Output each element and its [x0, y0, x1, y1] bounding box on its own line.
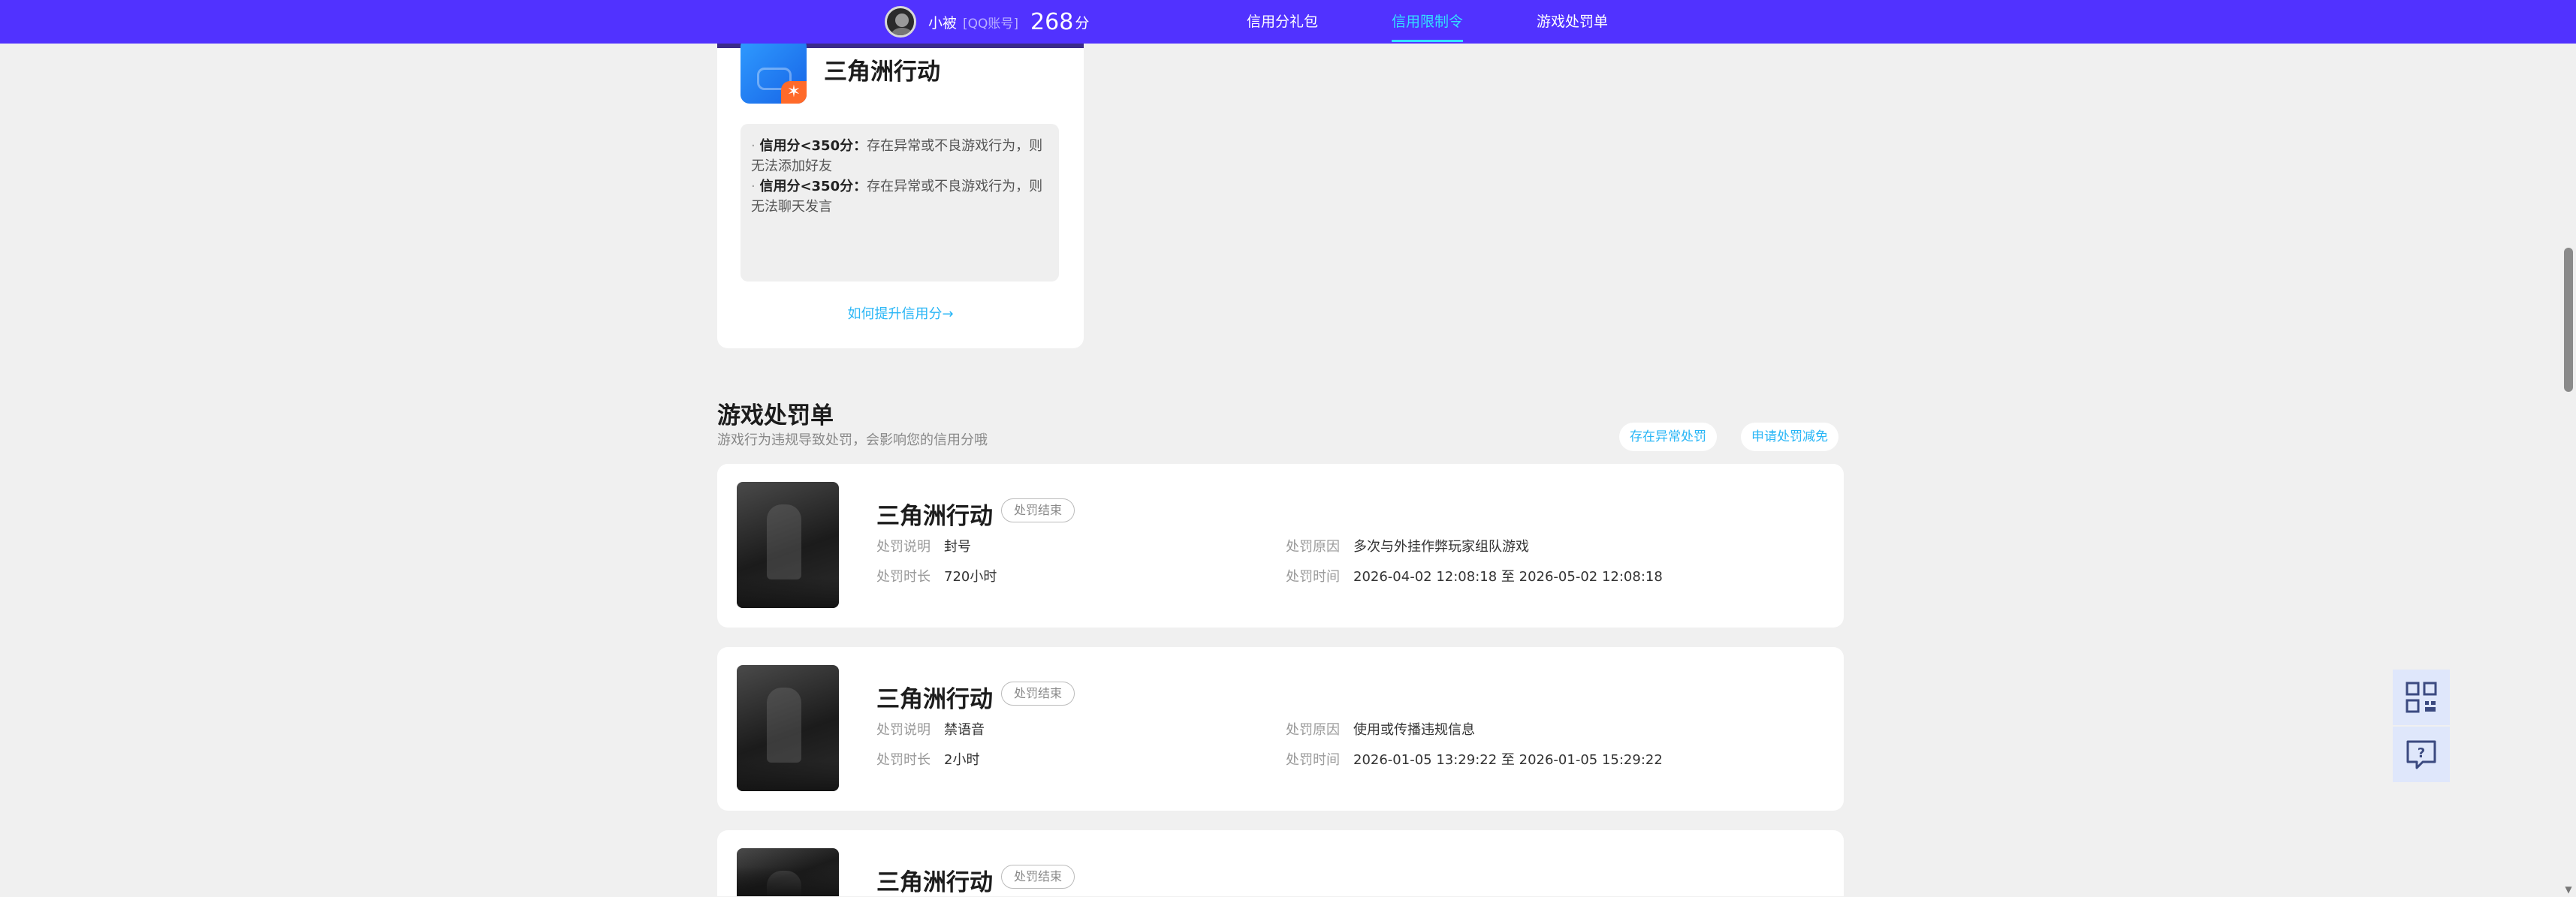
svg-text:?: ?	[2418, 745, 2425, 761]
penalty-reason: 处罚原因 使用或传播违规信息	[1286, 722, 1475, 738]
penalty-description: 处罚说明 封号	[876, 539, 971, 555]
card-game-name: 三角洲行动	[824, 59, 940, 86]
improve-credit-link[interactable]: 如何提升信用分→	[717, 303, 1084, 323]
top-bar: 小被 [QQ账号] 268 分 信用分礼包 信用限制令 游戏处罚单	[0, 0, 2576, 44]
game-thumbnail	[737, 665, 839, 791]
nav-credit-gift[interactable]: 信用分礼包	[1247, 0, 1318, 44]
record-game-name: 三角洲行动	[876, 503, 993, 530]
restriction-rule: · 信用分<350分：存在异常或不良游戏行为，则无法聊天发言	[751, 179, 1043, 215]
penalty-record: 三角洲行动 处罚结束	[717, 830, 1844, 896]
penalty-reason: 处罚原因 多次与外挂作弊玩家组队游戏	[1286, 539, 1529, 555]
game-thumbnail	[737, 848, 839, 896]
credit-score-unit: 分	[1075, 14, 1090, 32]
nav-game-penalty[interactable]: 游戏处罚单	[1537, 0, 1608, 44]
help-button[interactable]: ?	[2393, 727, 2450, 782]
penalty-duration: 处罚时长 2小时	[876, 752, 980, 768]
record-game-name: 三角洲行动	[876, 869, 993, 896]
status-badge: 处罚结束	[1001, 682, 1075, 706]
abnormal-penalty-button[interactable]: 存在异常处罚	[1619, 423, 1717, 451]
game-thumbnail	[737, 482, 839, 608]
qrcode-icon	[2406, 682, 2437, 713]
status-badge: 处罚结束	[1001, 865, 1075, 889]
credit-score: 268	[1030, 8, 1074, 35]
game-logo-icon: ✶	[741, 38, 807, 104]
penalty-section-title: 游戏处罚单	[717, 402, 834, 429]
help-chat-icon: ?	[2406, 740, 2436, 769]
user-info[interactable]: 小被 [QQ账号] 268 分	[885, 5, 1089, 39]
scroll-down-arrow-icon[interactable]: ▼	[2562, 884, 2574, 895]
scrollbar[interactable]	[2561, 0, 2576, 896]
penalty-time: 处罚时间 2026-01-05 13:29:22 至 2026-01-05 15:…	[1286, 752, 1663, 768]
penalty-duration: 处罚时长 720小时	[876, 569, 997, 585]
penalty-time: 处罚时间 2026-04-02 12:08:18 至 2026-05-02 12:…	[1286, 569, 1663, 585]
avatar[interactable]	[885, 6, 916, 38]
account-type: [QQ账号]	[963, 16, 1019, 32]
status-badge: 处罚结束	[1001, 498, 1075, 522]
nav-credit-restriction[interactable]: 信用限制令	[1392, 0, 1464, 44]
penalty-record: 三角洲行动 处罚结束 处罚说明 封号 处罚时长 720小时 处罚原因 多次与外挂作弊玩…	[717, 464, 1844, 628]
username: 小被	[928, 14, 958, 32]
penalty-description: 处罚说明 禁语音	[876, 722, 985, 738]
penalty-section-subtitle: 游戏行为违规导致处罚，会影响您的信用分哦	[717, 432, 988, 448]
credit-restriction-card: ✶ 三角洲行动 · 信用分<350分：存在异常或不良游戏行为，则无法添加好友 ·…	[717, 0, 1084, 348]
scrollbar-thumb[interactable]	[2564, 248, 2573, 392]
record-game-name: 三角洲行动	[876, 686, 993, 713]
restriction-rules: · 信用分<350分：存在异常或不良游戏行为，则无法添加好友 · 信用分<350…	[741, 124, 1059, 281]
apply-penalty-reduction-button[interactable]: 申请处罚减免	[1741, 423, 1838, 451]
restriction-rule: · 信用分<350分：存在异常或不良游戏行为，则无法添加好友	[751, 138, 1043, 174]
penalty-record: 三角洲行动 处罚结束 处罚说明 禁语音 处罚时长 2小时 处罚原因 使用或传播违规信息…	[717, 647, 1844, 811]
qrcode-button[interactable]	[2393, 670, 2450, 725]
